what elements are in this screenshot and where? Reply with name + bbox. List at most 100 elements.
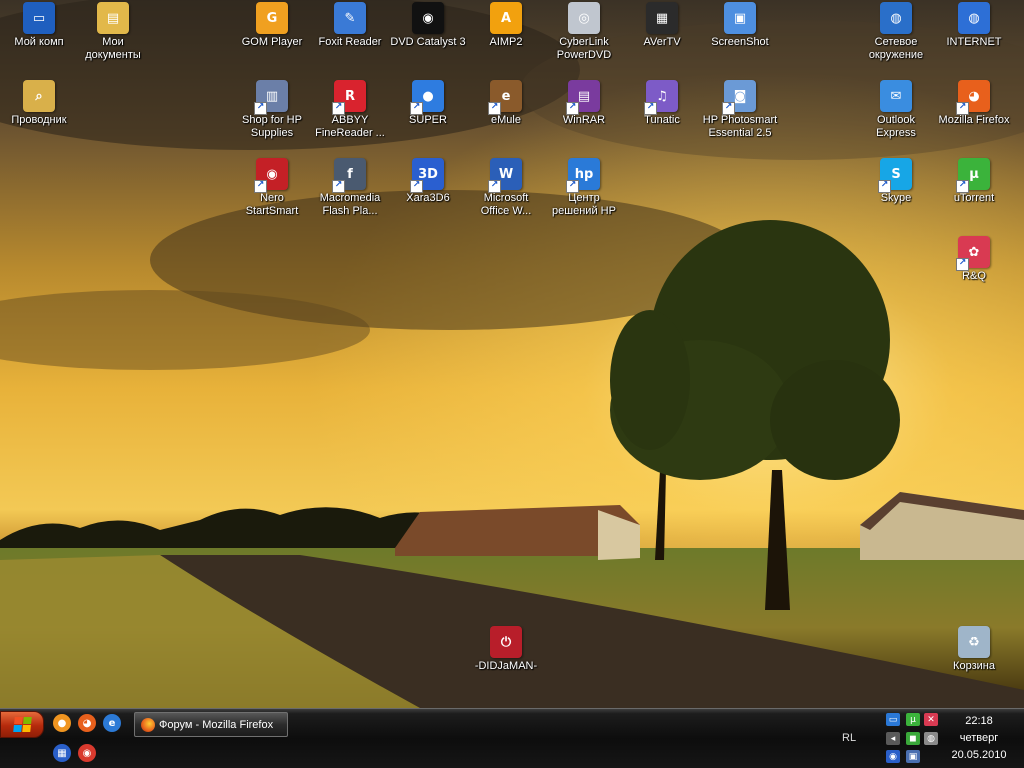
screenshot-icon: ▣: [724, 2, 756, 34]
desktop-icon[interactable]: G GOM Player: [233, 2, 311, 49]
windows-logo-green: [22, 717, 32, 724]
desktop-icon[interactable]: ⏻ -DIDJaMAN-: [467, 626, 545, 673]
desktop-icon[interactable]: 3DXara3D6: [389, 158, 467, 205]
desktop-icon[interactable]: A AIMP2: [467, 2, 545, 49]
desktop-icon[interactable]: hpЦентр решений HP: [545, 158, 623, 218]
xara3d-icon: 3D: [410, 158, 444, 193]
word-icon: W: [488, 158, 522, 193]
desktop-icon[interactable]: ◕Mozilla Firefox: [935, 80, 1013, 127]
desktop-icon-label: ABBYY FineReader ...: [315, 114, 385, 139]
desktop-icon-label: INTERNET: [946, 36, 1002, 48]
desktop-icon[interactable]: ◍ INTERNET: [935, 2, 1013, 49]
desktop-icon[interactable]: ◉ DVD Catalyst 3: [389, 2, 467, 49]
dvd-catalyst-icon: ◉: [412, 2, 444, 34]
hp-supplies-icon: ▥: [254, 80, 288, 115]
windows-logo-icon: [12, 717, 32, 732]
quicklaunch-red-icon[interactable]: ◉: [78, 744, 96, 762]
explorer-icon: ⌕: [23, 80, 55, 112]
desktop-icon[interactable]: ✿R&Q: [935, 236, 1013, 283]
desktop-icon[interactable]: WMicrosoft Office W...: [467, 158, 545, 218]
desktop-icon[interactable]: eeMule: [467, 80, 545, 127]
tray-rnq-icon[interactable]: ✕: [924, 713, 938, 726]
recycle-bin-icon: ♻: [958, 626, 990, 658]
desktop-icon-label: Skype: [880, 192, 912, 204]
desktop-icon[interactable]: ▥Shop for HP Supplies: [233, 80, 311, 140]
firefox-icon: [141, 717, 155, 732]
gom-player-icon: G: [256, 2, 288, 34]
clock-day: четверг: [959, 732, 999, 744]
utorrent-icon: µ: [956, 158, 990, 193]
desktop-icon[interactable]: SSkype: [857, 158, 935, 205]
desktop-icon-label: AVerTV: [643, 36, 681, 48]
desktop-icon-label: Mozilla Firefox: [938, 114, 1010, 126]
desktop-icon-label: HP Photosmart Essential 2.5: [702, 114, 778, 139]
desktop-icon-label: GOM Player: [241, 36, 303, 48]
desktop-icon-label: Outlook Express: [876, 114, 916, 139]
desktop-icon-label: Nero StartSmart: [245, 192, 299, 217]
super-icon: ●: [410, 80, 444, 115]
desktop-icon-label: Мои документы: [85, 36, 141, 61]
desktop-icon[interactable]: ▭ Мой комп: [0, 2, 78, 49]
desktop-icon[interactable]: ◍ Сетевое окружение: [857, 2, 935, 62]
windows-logo-blue: [12, 725, 22, 732]
desktop-icon[interactable]: µuTorrent: [935, 158, 1013, 205]
rnq-icon: ✿: [956, 236, 990, 271]
clock[interactable]: 22:18 четверг 20.05.2010: [940, 713, 1018, 764]
language-indicator[interactable]: RL: [842, 732, 856, 744]
documents-folder-icon: ▤: [97, 2, 129, 34]
desktop-icon[interactable]: fMacromedia Flash Pla...: [311, 158, 389, 218]
desktop-icon[interactable]: ✉ Outlook Express: [857, 80, 935, 140]
taskbar-button-firefox[interactable]: Форум - Mozilla Firefox: [134, 712, 288, 737]
desktop-icon-label: Центр решений HP: [552, 192, 616, 217]
tray-network-icon[interactable]: ▭: [886, 713, 900, 726]
desktop-icon[interactable]: ▦ AVerTV: [623, 2, 701, 49]
desktop-icon[interactable]: ▤ Мои документы: [74, 2, 152, 62]
desktop-icon[interactable]: ♫Tunatic: [623, 80, 701, 127]
quicklaunch-blue-icon[interactable]: ▦: [53, 744, 71, 762]
tray-utorrent-icon[interactable]: µ: [906, 713, 920, 726]
desktop-icon-label: CyberLink PowerDVD: [556, 36, 612, 61]
desktop-icon[interactable]: ◎ CyberLink PowerDVD: [545, 2, 623, 62]
internet-icon: ◍: [958, 2, 990, 34]
tray-gray-icon[interactable]: ◍: [924, 732, 938, 745]
tray-safely-remove-icon[interactable]: ▣: [906, 750, 920, 763]
desktop-icon-label: eMule: [491, 114, 521, 126]
desktop-icon-label: Корзина: [953, 660, 995, 672]
network-icon: ◍: [880, 2, 912, 34]
tray-green-icon[interactable]: ◼: [906, 732, 920, 745]
quicklaunch-orange-icon[interactable]: ●: [53, 714, 71, 732]
flash-player-icon: f: [332, 158, 366, 193]
desktop-icon[interactable]: ▤WinRAR: [545, 80, 623, 127]
tray-blue-icon[interactable]: ◉: [886, 750, 900, 763]
desktop-icon[interactable]: ✎ Foxit Reader: [311, 2, 389, 49]
tray-volume-icon[interactable]: ◂: [886, 732, 900, 745]
desktop-icon[interactable]: ●SUPER: [389, 80, 467, 127]
quicklaunch-firefox-icon[interactable]: ◕: [78, 714, 96, 732]
monitor-icon: ▭: [23, 2, 55, 34]
desktop-icon-label: Macromedia Flash Pla...: [319, 192, 381, 217]
desktop-icon[interactable]: RABBYY FineReader ...: [311, 80, 389, 140]
taskbar-button-label: Форум - Mozilla Firefox: [159, 718, 274, 731]
desktop-icon[interactable]: ◉Nero StartSmart: [233, 158, 311, 218]
desktop-icon-label: SUPER: [409, 114, 447, 126]
outlook-express-icon: ✉: [880, 80, 912, 112]
desktop-icon-label: -DIDJaMAN-: [474, 660, 538, 672]
desktop-icon[interactable]: ▣ ScreenShot: [701, 2, 779, 49]
clock-date: 20.05.2010: [951, 749, 1007, 761]
avertv-icon: ▦: [646, 2, 678, 34]
powerdvd-icon: ◎: [568, 2, 600, 34]
tunatic-icon: ♫: [644, 80, 678, 115]
skype-icon: S: [878, 158, 912, 193]
desktop-icon-label: Мой комп: [14, 36, 64, 48]
quicklaunch-ie-icon[interactable]: e: [103, 714, 121, 732]
nero-icon: ◉: [254, 158, 288, 193]
desktop-icon[interactable]: ⌕ Проводник: [0, 80, 78, 127]
desktop-icon-label: WinRAR: [562, 114, 606, 126]
shutdown-icon: ⏻: [490, 626, 522, 658]
desktop-icon-label: Shop for HP Supplies: [242, 114, 302, 139]
start-button[interactable]: [0, 711, 44, 738]
desktop-icon-label: DVD Catalyst 3: [390, 36, 466, 48]
desktop-icon[interactable]: ♻ Корзина: [935, 626, 1013, 673]
desktop-icon[interactable]: ◙HP Photosmart Essential 2.5: [701, 80, 779, 140]
winrar-icon: ▤: [566, 80, 600, 115]
